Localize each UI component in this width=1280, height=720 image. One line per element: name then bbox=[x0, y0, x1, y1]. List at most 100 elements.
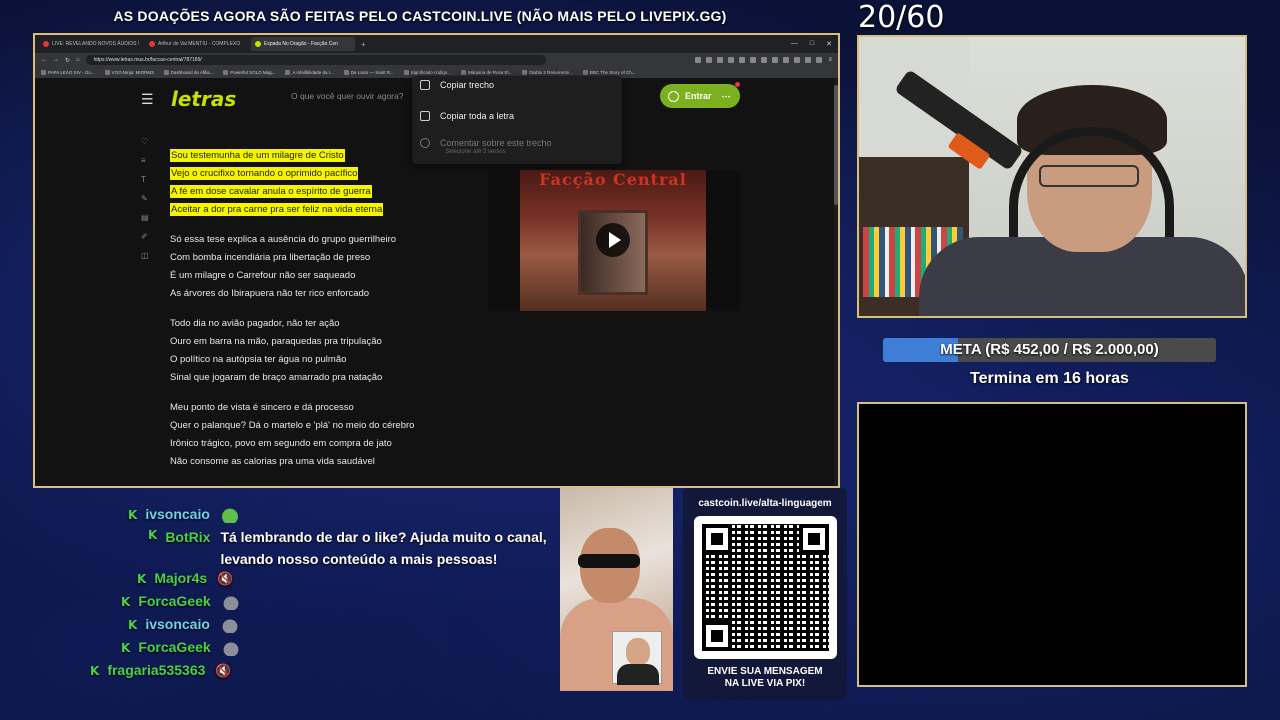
close-icon[interactable]: ✕ bbox=[826, 40, 832, 48]
chat-message: K ivsoncaio bbox=[128, 506, 240, 523]
site-search-input[interactable]: O que você quer ouvir agora? bbox=[285, 87, 410, 105]
minimize-icon[interactable]: — bbox=[791, 40, 798, 48]
kick-badge-icon: K bbox=[90, 664, 100, 678]
lyric-line[interactable]: Não consome as calorias pra uma vida sau… bbox=[170, 453, 470, 471]
browser-window: LIVE: REVELANDO NOVOS ÁUDIOS ! Arthur do… bbox=[33, 33, 840, 488]
share-icon[interactable]: ◫ bbox=[141, 251, 149, 260]
bookmark[interactable]: De Lacis — Saint R... bbox=[344, 70, 394, 75]
lyric-line[interactable]: Irônico trágico, povo em segundo em comp… bbox=[170, 435, 470, 453]
lyric-line[interactable]: Todo dia no avião pagador, não ter ação bbox=[170, 315, 470, 333]
chat-overlay: K ivsoncaio K BotRix Tá lembrando de dar… bbox=[40, 490, 550, 720]
extension-icon[interactable] bbox=[816, 57, 823, 63]
chat-username: ForcaGeek bbox=[138, 593, 211, 609]
extension-icon[interactable] bbox=[772, 57, 779, 63]
lyric-line[interactable]: Ouro em barra na mão, paraquedas pra tri… bbox=[170, 333, 470, 351]
chat-text: Tá lembrando de dar o like? Ajuda muito … bbox=[220, 529, 547, 567]
extension-icon[interactable] bbox=[750, 57, 757, 63]
browser-tab-active[interactable]: Espada No Dragão - Facção Cen bbox=[251, 37, 355, 51]
lyric-line[interactable]: É um milagre o Carrefour não ser saquead… bbox=[170, 267, 470, 285]
seal-emote-icon bbox=[220, 594, 241, 610]
lyric-line[interactable]: As árvores do Ibirapuera não ter rico en… bbox=[170, 285, 470, 303]
play-icon[interactable] bbox=[596, 223, 630, 257]
extension-icon[interactable] bbox=[728, 57, 735, 63]
bookmark[interactable]: PAPA LEÃO XIV - Go... bbox=[41, 70, 95, 75]
font-size-icon[interactable]: T bbox=[141, 175, 149, 184]
hamburger-menu-icon[interactable]: ☰ bbox=[141, 91, 154, 108]
home-icon[interactable]: ⌂ bbox=[76, 57, 80, 63]
seal-emote-icon bbox=[220, 640, 241, 656]
extension-icon[interactable] bbox=[695, 57, 702, 63]
lyric-line[interactable]: Sinal que jogaram de braço amarrado pra … bbox=[170, 369, 470, 387]
lyric-line[interactable]: Só essa tese explica a ausência do grupo… bbox=[170, 231, 470, 249]
bookmark[interactable]: Máquina de Rosa El... bbox=[461, 70, 512, 75]
extension-icon[interactable] bbox=[717, 57, 724, 63]
copy-all-lyrics-item[interactable]: Copiar toda a letra bbox=[420, 111, 514, 121]
browser-tab[interactable]: LIVE: REVELANDO NOVOS ÁUDIOS ! bbox=[39, 37, 143, 51]
extension-icon[interactable] bbox=[761, 57, 768, 63]
chat-message: K BotRix Tá lembrando de dar o like? Aju… bbox=[148, 526, 548, 570]
page-scrollbar[interactable] bbox=[834, 79, 838, 486]
playlist-icon[interactable]: ≡ bbox=[141, 156, 149, 165]
bookmark[interactable]: Dashboard de Afilia... bbox=[164, 70, 214, 75]
pix-url: castcoin.live/alta-linguagem bbox=[698, 498, 832, 509]
mute-emote-icon: 🔇 bbox=[215, 663, 232, 678]
extension-icon[interactable] bbox=[794, 57, 801, 63]
back-icon[interactable]: ← bbox=[41, 57, 47, 63]
reload-icon[interactable]: ↻ bbox=[65, 57, 70, 64]
extension-icon[interactable] bbox=[783, 57, 790, 63]
lyrics-body: Sou testemunha de um milagre de Cristo V… bbox=[170, 147, 470, 471]
browser-tab[interactable]: Arthur do Val MENTIU - COMPLEXO bbox=[145, 37, 249, 51]
copy-excerpt-item[interactable]: Copiar trecho bbox=[420, 80, 494, 90]
qr-finder bbox=[702, 621, 732, 651]
qr-finder bbox=[702, 524, 732, 554]
extension-icon[interactable] bbox=[706, 57, 713, 63]
lyric-line-selected[interactable]: A fé em dose cavalar anula o espírito de… bbox=[170, 185, 372, 198]
video-player[interactable]: Facção Central bbox=[488, 170, 740, 311]
forward-icon[interactable]: → bbox=[53, 57, 59, 63]
favorite-icon[interactable]: ♡ bbox=[141, 137, 149, 146]
kick-badge-icon: K bbox=[121, 641, 131, 655]
new-tab-icon[interactable]: + bbox=[357, 40, 370, 49]
menu-icon[interactable]: ≡ bbox=[828, 57, 832, 63]
lyrics-toolbar: ♡ ≡ T ✎ ▤ ✐ ◫ bbox=[141, 137, 149, 260]
pix-cta-line2: NA LIVE VIA PIX! bbox=[724, 678, 806, 689]
chat-username: ivsoncaio bbox=[145, 506, 210, 522]
lyric-line-selected[interactable]: Sou testemunha de um milagre de Cristo bbox=[170, 149, 345, 162]
lyric-line[interactable]: Meu ponto de vista é sincero e dá proces… bbox=[170, 399, 470, 417]
extension-icon[interactable] bbox=[805, 57, 812, 63]
letras-logo[interactable]: letras bbox=[171, 87, 236, 111]
bookmark[interactable]: BBC The Story of Ch... bbox=[583, 70, 636, 75]
more-options-icon[interactable]: ⋯ bbox=[722, 91, 731, 102]
chat-message: K ivsoncaio bbox=[128, 616, 240, 633]
bookmark[interactable]: Powerful SOLO Mag... bbox=[223, 70, 275, 75]
lyric-line-selected[interactable]: Aceitar a dor pra carne pra ser feliz na… bbox=[170, 203, 384, 216]
correct-icon[interactable]: ✐ bbox=[141, 232, 149, 241]
chat-username: fragaria535363 bbox=[107, 662, 206, 678]
bookmark[interactable]: VOO.Ninja: MIORM3 bbox=[105, 70, 154, 75]
bookmark[interactable]: A infalibilidade da I... bbox=[285, 70, 333, 75]
lyric-line[interactable]: Com bomba incendiária pra libertação de … bbox=[170, 249, 470, 267]
extension-icon[interactable] bbox=[739, 57, 746, 63]
login-button[interactable]: Entrar ⋯ bbox=[660, 82, 740, 108]
bookmark[interactable]: Diablo 2 Resurrecte... bbox=[522, 70, 573, 75]
lyric-line[interactable]: O político na autópsia ter água no pulmã… bbox=[170, 351, 470, 369]
edit-icon[interactable]: ✎ bbox=[141, 194, 149, 203]
pix-qr-code[interactable] bbox=[694, 516, 837, 659]
pix-donation-card: castcoin.live/alta-linguagem ENVIE SUA M… bbox=[683, 488, 847, 700]
inset-face bbox=[626, 638, 650, 666]
letras-favicon-icon bbox=[255, 41, 261, 47]
print-icon[interactable]: ▤ bbox=[141, 213, 149, 222]
lyric-line[interactable]: Quer o palanque? Dá o martelo e 'plá' no… bbox=[170, 417, 470, 435]
qr-finder bbox=[799, 524, 829, 554]
maximize-icon[interactable]: □ bbox=[810, 40, 814, 48]
address-bar: ← → ↻ ⌂ https://www.letras.mus.br/faccao… bbox=[35, 53, 838, 67]
video-title: Facção Central bbox=[539, 170, 687, 189]
donation-banner: AS DOAÇÕES AGORA SÃO FEITAS PELO CASTCOI… bbox=[113, 8, 727, 24]
url-input[interactable]: https://www.letras.mus.br/faccao-central… bbox=[85, 55, 546, 65]
kick-badge-icon: K bbox=[128, 508, 138, 522]
inset-portrait bbox=[612, 631, 662, 685]
lyric-line-selected[interactable]: Vejo o crucifixo tornando o oprimido pac… bbox=[170, 167, 359, 180]
bookmark[interactable]: Significado código... bbox=[404, 70, 451, 75]
pix-cta-line1: ENVIE SUA MENSAGEM bbox=[707, 666, 823, 677]
chat-message: K fragaria535363 🔇 bbox=[90, 662, 235, 679]
